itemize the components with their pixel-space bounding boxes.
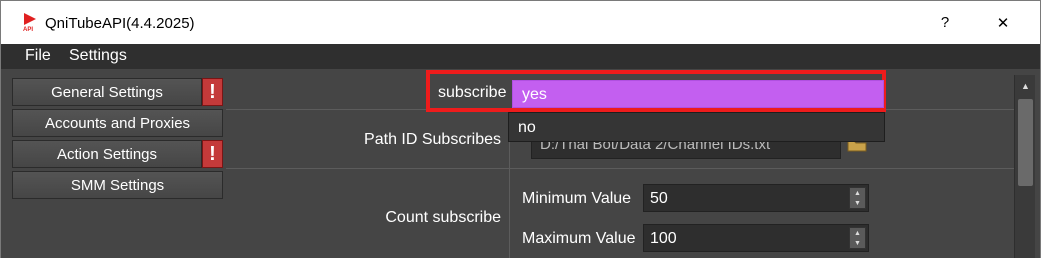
- maximum-value-spinbox[interactable]: 100 ▲ ▼: [643, 224, 869, 252]
- svg-text:API: API: [23, 27, 33, 32]
- minimum-value-label: Minimum Value: [522, 190, 632, 207]
- dropdown-option-yes[interactable]: yes: [512, 80, 884, 108]
- help-icon: ?: [940, 14, 950, 31]
- path-id-subscribes-label: Path ID Subscribes: [364, 131, 501, 148]
- arrow-up-icon[interactable]: ▲: [850, 188, 865, 198]
- sidebar-item-label: Accounts and Proxies: [44, 114, 191, 132]
- warning-icon: !: [202, 78, 223, 106]
- sidebar-item-smm-settings[interactable]: SMM Settings: [12, 171, 223, 199]
- title-bar: API QniTubeAPI(4.4.2025) ? ✕: [1, 1, 1040, 44]
- maximum-value-label: Maximum Value: [522, 230, 636, 247]
- window-title: QniTubeAPI(4.4.2025): [45, 15, 195, 32]
- menu-settings[interactable]: Settings: [69, 47, 127, 65]
- app-window: API QniTubeAPI(4.4.2025) ? ✕ File Settin…: [0, 0, 1041, 258]
- scroll-up-icon[interactable]: ▲: [1015, 75, 1036, 97]
- sidebar-item-accounts-and-proxies[interactable]: Accounts and Proxies: [12, 109, 223, 137]
- arrow-down-icon[interactable]: ▼: [850, 198, 865, 208]
- menu-bar: File Settings: [1, 44, 1040, 69]
- warning-icon: !: [202, 140, 223, 168]
- dropdown-list: no: [508, 112, 885, 142]
- help-button[interactable]: ?: [916, 1, 974, 44]
- subscribe-combobox[interactable]: subscribe yes: [426, 70, 886, 112]
- sidebar-item-label: Action Settings: [56, 145, 158, 163]
- sidebar-item-label: General Settings: [51, 83, 163, 101]
- spinbox-arrows[interactable]: ▲ ▼: [849, 187, 866, 209]
- minimum-value-spinbox[interactable]: 50 ▲ ▼: [643, 184, 869, 212]
- arrow-down-icon[interactable]: ▼: [850, 238, 865, 248]
- close-icon: ✕: [996, 14, 1010, 32]
- spinbox-arrows[interactable]: ▲ ▼: [849, 227, 866, 249]
- scroll-thumb[interactable]: [1018, 99, 1033, 186]
- sidebar-item-general-settings[interactable]: General Settings: [12, 78, 202, 106]
- divider: [226, 168, 1014, 169]
- sidebar-item-label: SMM Settings: [70, 176, 165, 194]
- minimum-value: 50: [650, 190, 668, 207]
- arrow-up-icon[interactable]: ▲: [850, 228, 865, 238]
- sidebar-item-action-settings[interactable]: Action Settings: [12, 140, 202, 168]
- count-subscribe-label: Count subscribe: [385, 209, 501, 226]
- menu-file[interactable]: File: [25, 47, 51, 65]
- dropdown-option-no[interactable]: no: [518, 119, 536, 137]
- close-button[interactable]: ✕: [974, 1, 1032, 44]
- vertical-scrollbar[interactable]: ▲: [1014, 75, 1035, 258]
- maximum-value: 100: [650, 230, 677, 247]
- subscribe-label: subscribe: [438, 84, 507, 101]
- app-icon: API: [23, 13, 36, 32]
